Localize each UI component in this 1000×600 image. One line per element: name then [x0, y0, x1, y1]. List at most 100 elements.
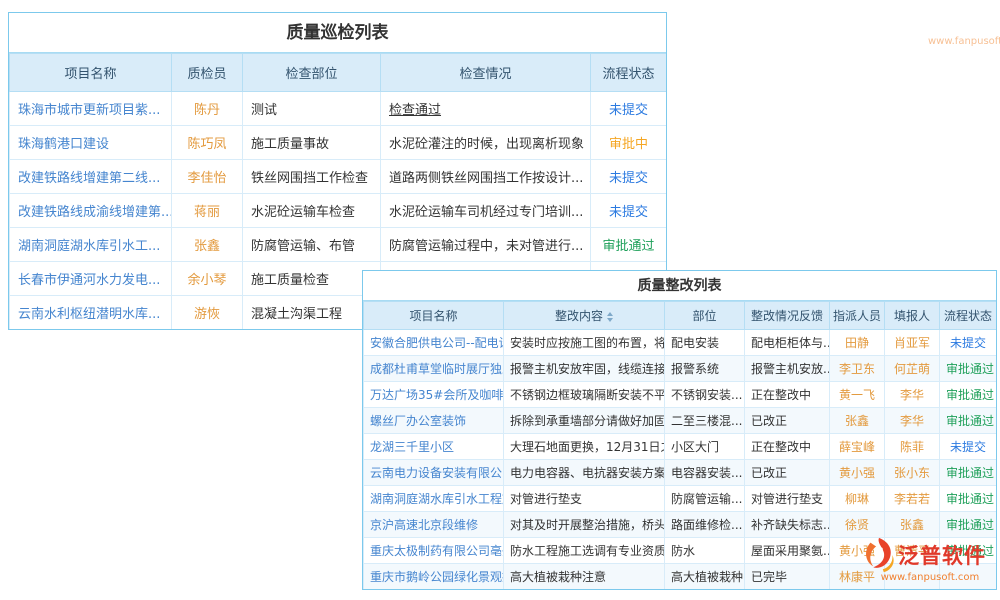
table-cell: 审批通过	[940, 408, 997, 434]
table-cell: 电容器安装...	[665, 460, 745, 486]
table-cell: 配电柜柜体与...	[745, 330, 830, 356]
table-cell: 防水工程施工选调有专业资质...	[504, 538, 665, 564]
project-link[interactable]: 改建铁路线增建第二线...	[10, 160, 172, 194]
inspection-title: 质量巡检列表	[9, 13, 666, 53]
project-link[interactable]: 珠海鹤港口建设	[10, 126, 172, 160]
table-cell: 陈菲	[885, 434, 940, 460]
sort-icon[interactable]	[607, 312, 613, 322]
column-header-5[interactable]: 填报人	[885, 302, 940, 330]
table-cell: 补齐缺失标志...	[745, 512, 830, 538]
table-cell: 防水	[665, 538, 745, 564]
brand-text: 泛普软件	[898, 540, 986, 570]
table-cell: 徐贤	[830, 512, 885, 538]
table-cell: 何芷萌	[885, 356, 940, 382]
table-cell: 薛宝峰	[830, 434, 885, 460]
table-cell: 已改正	[745, 460, 830, 486]
table-cell: 小区大门	[665, 434, 745, 460]
column-header-0[interactable]: 项目名称	[364, 302, 504, 330]
column-header-label: 项目名称	[409, 309, 457, 323]
table-cell: 铁丝网围挡工作检查	[243, 160, 381, 194]
table-cell: 大理石地面更换，12月31日之...	[504, 434, 665, 460]
table-cell: 李华	[885, 408, 940, 434]
project-link[interactable]: 龙湖三千里小区	[364, 434, 504, 460]
table-row: 改建铁路线增建第二线...李佳怡铁丝网围挡工作检查道路两侧铁丝网围挡工作按设计.…	[10, 160, 667, 194]
table-cell: 高大植被栽种注意	[504, 564, 665, 590]
project-link[interactable]: 湖南洞庭湖水库引水工程施工标	[364, 486, 504, 512]
table-cell: 对管进行垫支	[745, 486, 830, 512]
vendor-watermark: 泛普软件 www.fanpusoft.com	[860, 536, 1000, 583]
project-link[interactable]: 湖南洞庭湖水库引水工...	[10, 228, 172, 262]
column-header-0[interactable]: 项目名称	[10, 54, 172, 92]
table-cell: 未提交	[940, 434, 997, 460]
table-cell: 李若若	[885, 486, 940, 512]
table-row: 珠海市城市更新项目紫...陈丹测试检查通过未提交	[10, 92, 667, 126]
column-header-6[interactable]: 流程状态	[940, 302, 997, 330]
table-cell: 报警系统	[665, 356, 745, 382]
table-cell: 黄小强	[830, 460, 885, 486]
project-link[interactable]: 螺丝厂办公室装饰	[364, 408, 504, 434]
rectification-title: 质量整改列表	[363, 271, 996, 301]
table-cell: 防腐管运输...	[665, 486, 745, 512]
column-header-2[interactable]: 检查部位	[243, 54, 381, 92]
project-link[interactable]: 重庆太极制药有限公司亳州中...	[364, 538, 504, 564]
table-cell: 余小琴	[172, 262, 243, 296]
column-header-1[interactable]: 整改内容	[504, 302, 665, 330]
table-cell: 防腐管运输、布管	[243, 228, 381, 262]
table-cell: 防腐管运输过程中，未对管进行...	[381, 228, 591, 262]
table-row: 龙湖三千里小区大理石地面更换，12月31日之...小区大门正在整改中薛宝峰陈菲未…	[364, 434, 997, 460]
project-link[interactable]: 成都杜甫草堂临时展厅独立展...	[364, 356, 504, 382]
column-header-3[interactable]: 检查情况	[381, 54, 591, 92]
project-link[interactable]: 长春市伊通河水力发电...	[10, 262, 172, 296]
table-cell: 审批中	[591, 126, 667, 160]
table-cell: 田静	[830, 330, 885, 356]
table-cell: 已改正	[745, 408, 830, 434]
table-cell: 正在整改中	[745, 434, 830, 460]
column-header-label: 填报人	[894, 309, 930, 323]
column-header-label: 检查情况	[459, 67, 511, 82]
table-cell: 李卫东	[830, 356, 885, 382]
table-cell: 张小东	[885, 460, 940, 486]
table-cell: 拆除到承重墙部分请做好加固...	[504, 408, 665, 434]
column-header-4[interactable]: 指派人员	[830, 302, 885, 330]
table-row: 螺丝厂办公室装饰拆除到承重墙部分请做好加固...二至三楼混...已改正张鑫李华审…	[364, 408, 997, 434]
table-cell: 陈巧凤	[172, 126, 243, 160]
project-link[interactable]: 万达广场35#会所及咖啡厅空...	[364, 382, 504, 408]
table-cell: 审批通过	[940, 460, 997, 486]
table-cell: 正在整改中	[745, 382, 830, 408]
table-cell: 检查通过	[381, 92, 591, 126]
project-link[interactable]: 珠海市城市更新项目紫...	[10, 92, 172, 126]
table-cell: 不锈钢安装...	[665, 382, 745, 408]
column-header-2[interactable]: 部位	[665, 302, 745, 330]
column-header-4[interactable]: 流程状态	[591, 54, 667, 92]
table-cell: 柳琳	[830, 486, 885, 512]
table-cell: 蒋丽	[172, 194, 243, 228]
table-cell: 审批通过	[940, 512, 997, 538]
project-link[interactable]: 重庆市鹅岭公园绿化景观提升...	[364, 564, 504, 590]
table-row: 万达广场35#会所及咖啡厅空...不锈钢边框玻璃隔断安装不平...不锈钢安装..…	[364, 382, 997, 408]
table-cell: 对其及时开展整治措施，桥头...	[504, 512, 665, 538]
column-header-1[interactable]: 质检员	[172, 54, 243, 92]
project-link[interactable]: 云南水利枢纽潜明水库...	[10, 296, 172, 330]
table-cell: 李佳怡	[172, 160, 243, 194]
table-cell: 道路两侧铁丝网围挡工作按设计...	[381, 160, 591, 194]
table-cell: 高大植被栽种	[665, 564, 745, 590]
table-cell: 二至三楼混...	[665, 408, 745, 434]
brand-url: www.fanpusoft.com	[860, 572, 1000, 583]
faint-watermark-url: www.fanpusoft.com	[928, 36, 1000, 47]
table-cell: 屋面采用聚氨...	[745, 538, 830, 564]
project-link[interactable]: 安徽合肥供电公司--配电设备...	[364, 330, 504, 356]
table-cell: 配电安装	[665, 330, 745, 356]
table-cell: 未提交	[591, 92, 667, 126]
table-row: 湖南洞庭湖水库引水工...张鑫防腐管运输、布管防腐管运输过程中，未对管进行...…	[10, 228, 667, 262]
table-cell: 未提交	[940, 330, 997, 356]
table-cell: 审批通过	[940, 356, 997, 382]
project-link[interactable]: 京沪高速北京段维修	[364, 512, 504, 538]
table-cell: 李华	[885, 382, 940, 408]
table-cell: 路面维修检...	[665, 512, 745, 538]
table-cell: 测试	[243, 92, 381, 126]
project-link[interactable]: 云南电力设备安装有限公司20...	[364, 460, 504, 486]
table-cell: 电力电容器、电抗器安装方案...	[504, 460, 665, 486]
column-header-3[interactable]: 整改情况反馈	[745, 302, 830, 330]
table-cell: 混凝土沟渠工程	[243, 296, 381, 330]
project-link[interactable]: 改建铁路线成渝线增建第...	[10, 194, 172, 228]
